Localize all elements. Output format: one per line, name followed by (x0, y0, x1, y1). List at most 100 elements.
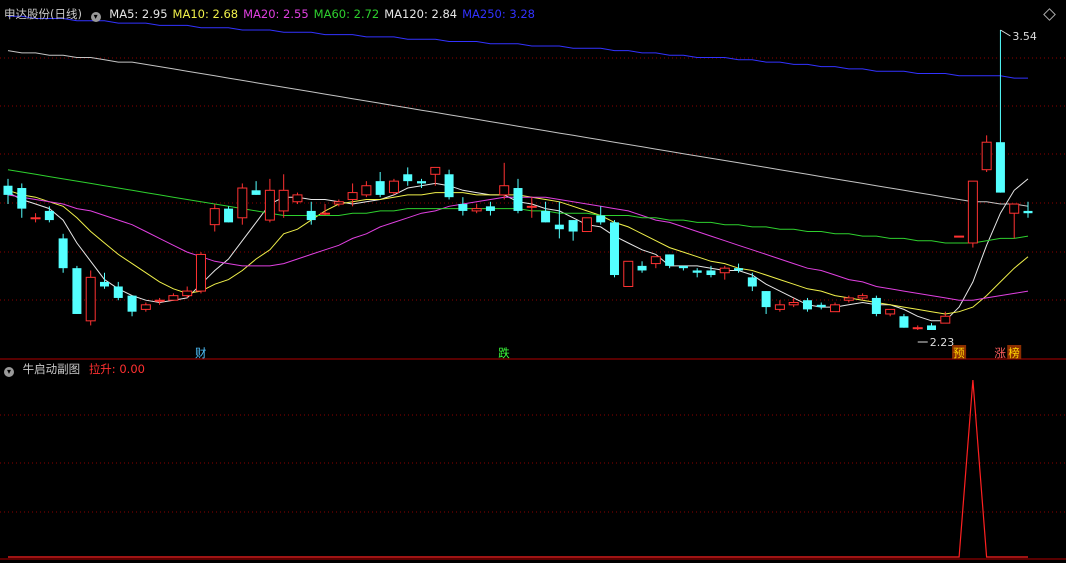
candle-body (1023, 210, 1033, 214)
dropdown-icon[interactable]: ▾ (90, 12, 101, 22)
candle-body (995, 142, 1005, 193)
candle-body (3, 185, 13, 195)
high-price-label: 3.54 (1012, 30, 1036, 43)
candle-body (788, 302, 799, 306)
ma-legend-item: MA250: 3.28 (462, 7, 535, 21)
candle-body (857, 295, 868, 299)
candle-body (747, 277, 757, 287)
candle-body (541, 210, 551, 223)
stock-chart[interactable]: 3.54 2.23 财 跌 预 涨榜 (0, 0, 1066, 563)
candle-body (224, 208, 234, 223)
dropdown-icon[interactable]: ▾ (4, 367, 14, 377)
candle-body (927, 325, 937, 330)
candle-body (830, 304, 841, 313)
candle-body (706, 270, 716, 276)
candle-body (292, 194, 303, 203)
candle-body (734, 268, 744, 271)
ma-legend-item: MA60: 2.72 (313, 7, 380, 21)
candle-body (306, 210, 316, 221)
candle-body (99, 281, 109, 287)
candle-body (471, 208, 482, 212)
ma-legend-item: MA5: 2.95 (109, 7, 168, 21)
low-price-label: 2.23 (930, 336, 955, 349)
candle-body (430, 166, 441, 175)
candle-body (761, 291, 771, 308)
candle-body (899, 316, 909, 328)
marker-label: 预 (953, 346, 965, 360)
candle-body (665, 254, 675, 266)
candle-body (719, 267, 730, 274)
candle-body (17, 188, 27, 209)
candle-body (251, 190, 261, 195)
candle-body (44, 210, 54, 221)
candle-body (554, 224, 564, 230)
candle-body (954, 235, 965, 238)
candle-body (30, 217, 41, 220)
candle-body (375, 181, 385, 195)
candle-body (388, 180, 399, 194)
candle-body (637, 265, 647, 271)
marker-label: 涨 (994, 346, 1006, 360)
candle-body (237, 187, 248, 219)
candle-body (361, 185, 372, 196)
candle-body (85, 276, 96, 322)
candle-body (140, 304, 151, 310)
candle-body (444, 174, 454, 198)
candle-body (485, 206, 495, 211)
candle-body (499, 185, 510, 196)
candle-body (596, 215, 606, 223)
candle-body (1009, 203, 1020, 214)
candle-body (182, 290, 193, 297)
ma-legend-item: MA20: 2.55 (243, 7, 309, 21)
candle-body (72, 268, 82, 314)
candle-body (526, 205, 537, 208)
candle-body (264, 189, 275, 221)
marker-label: 榜 (1008, 346, 1020, 360)
candle-body (623, 260, 634, 287)
candle-body (816, 304, 826, 308)
candle-body (320, 212, 331, 215)
candle-body (568, 220, 578, 232)
candle-body (650, 256, 661, 265)
candle-body (127, 295, 137, 312)
sub-panel-title[interactable]: 牛启动副图 (23, 362, 81, 376)
marker-label: 跌 (498, 346, 510, 360)
candle-body (154, 299, 165, 302)
sub-panel-header: ▾ 牛启动副图 拉升: 0.00 (4, 362, 150, 377)
candle-body (692, 270, 702, 273)
indicator-legend: 拉升: 0.00 (88, 362, 145, 376)
ma-legend-item: MA120: 2.84 (384, 7, 458, 21)
candle-body (403, 174, 413, 182)
ma-legend-item: MA10: 2.68 (172, 7, 239, 21)
candle-body (513, 188, 523, 211)
candle-body (843, 297, 854, 301)
candle-body (195, 253, 206, 292)
candle-body (609, 222, 619, 276)
high-pointer (1000, 29, 1011, 37)
candle-body (912, 327, 923, 330)
candle-body (802, 300, 812, 310)
stock-name[interactable]: 申达股份(日线) (4, 7, 82, 21)
candle-body (581, 217, 592, 233)
candle-body (333, 201, 344, 205)
candle-body (209, 208, 220, 226)
candle-body (885, 308, 896, 315)
candle-body (113, 286, 123, 298)
candle-body (981, 141, 992, 171)
main-panel-header: 申达股份(日线) ▾ MA5: 2.95 MA10: 2.68 MA20: 2.55… (4, 7, 545, 22)
candle-body (168, 295, 179, 301)
candle-body (278, 189, 289, 212)
candle-body (417, 181, 427, 184)
marker-label: 财 (195, 346, 207, 360)
candle-body (871, 297, 881, 314)
candle-body (347, 192, 358, 200)
candle-body (678, 265, 688, 269)
candle-body (940, 315, 951, 324)
indicator-line (8, 379, 1028, 558)
ma-line-ma250 (8, 15, 1028, 79)
candle-body (458, 204, 468, 211)
candle-body (967, 180, 978, 244)
candle-body (58, 238, 68, 269)
ma-legend: MA5: 2.95 MA10: 2.68 MA20: 2.55 MA60: 2.72 M… (109, 7, 540, 21)
candle-body (774, 304, 785, 310)
